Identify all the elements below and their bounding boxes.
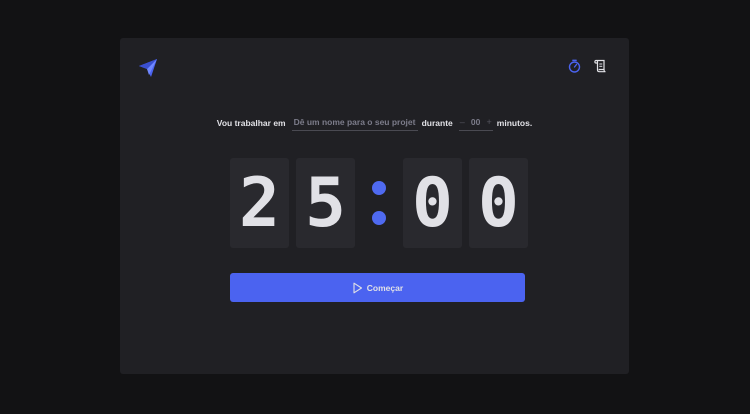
seconds-ones-digit: 0 [469, 158, 528, 248]
start-button-label: Começar [366, 282, 404, 293]
task-input[interactable] [291, 114, 418, 131]
task-form: Vou trabalhar em durante – + minutos. [120, 114, 629, 131]
paper-plane-icon [138, 58, 158, 78]
scroll-icon[interactable] [593, 59, 607, 73]
countdown-separator [355, 158, 403, 248]
stopwatch-icon[interactable] [567, 59, 581, 73]
separator-dot [372, 211, 386, 225]
play-icon [352, 282, 363, 294]
plus-button[interactable]: + [487, 117, 492, 127]
separator-dot [372, 181, 386, 195]
label-prefix: Vou trabalhar em [216, 117, 286, 128]
header-nav [567, 59, 607, 73]
minutes-input[interactable] [468, 117, 483, 127]
countdown: 2 5 0 0 [230, 158, 528, 248]
seconds-tens-digit: 0 [403, 158, 462, 248]
minutes-stepper: – + [458, 114, 493, 131]
start-button[interactable]: Começar [230, 273, 525, 302]
minus-button[interactable]: – [460, 117, 465, 127]
minutes-ones-digit: 5 [296, 158, 355, 248]
minutes-tens-digit: 2 [230, 158, 289, 248]
timer-card: Vou trabalhar em durante – + minutos. 2 … [120, 38, 629, 374]
label-middle: durante [421, 117, 453, 128]
label-suffix: minutos. [496, 117, 533, 128]
